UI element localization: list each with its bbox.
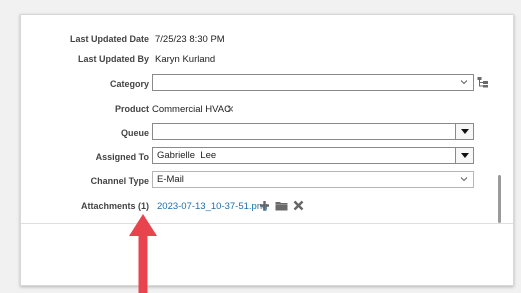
attachment-file-link[interactable]: 2023-07-13_10-37-51.png [157,201,267,212]
last-updated-by-value: Karyn Kurland [155,53,216,65]
product-label: Product [114,104,149,114]
queue-dropdown-button[interactable] [455,124,473,139]
product-row: Product Commercial HVAC × [21,99,513,119]
queue-select[interactable] [152,123,474,140]
last-updated-by-label: Last Updated By [77,54,149,64]
add-attachment-icon[interactable] [259,200,270,211]
category-row: Category [21,74,513,94]
chevron-down-icon [459,77,469,89]
caret-down-icon [460,129,469,134]
delete-attachment-icon[interactable] [293,200,304,211]
assigned-to-dropdown-button[interactable] [455,148,473,163]
last-updated-date-value: 7/25/23 8:30 PM [155,33,225,45]
channel-type-label: Channel Type [90,176,149,186]
assigned-to-row: Assigned To Gabrielle Lee [21,147,513,167]
product-value: Commercial HVAC [152,103,232,115]
channel-type-row: Channel Type E-Mail [21,171,513,191]
caret-down-icon [460,153,469,158]
channel-type-select[interactable]: E-Mail [152,171,474,188]
section-divider [21,223,513,224]
assigned-to-label: Assigned To [95,152,149,162]
hierarchy-browse-icon[interactable] [477,76,489,88]
last-updated-date-row: Last Updated Date 7/25/23 8:30 PM [21,29,513,49]
folder-icon[interactable] [275,200,288,211]
queue-label: Queue [120,128,149,138]
category-label: Category [109,79,149,89]
last-updated-date-label: Last Updated Date [69,34,149,44]
remove-product-icon[interactable]: × [227,102,234,116]
attachments-label: Attachments (1) [80,201,149,211]
chevron-down-icon [459,174,469,186]
scrollbar-thumb[interactable] [498,175,501,223]
attachments-row: Attachments (1) 2023-07-13_10-37-51.png [21,196,513,216]
assigned-to-select[interactable]: Gabrielle Lee [152,147,474,164]
queue-row: Queue [21,123,513,143]
annotation-arrow-icon [129,214,157,293]
case-details-panel: Last Updated Date 7/25/23 8:30 PM Last U… [20,14,514,286]
assigned-to-value: Gabrielle Lee [157,150,217,161]
category-select[interactable] [152,74,474,91]
last-updated-by-row: Last Updated By Karyn Kurland [21,49,513,69]
channel-type-value: E-Mail [157,174,184,185]
